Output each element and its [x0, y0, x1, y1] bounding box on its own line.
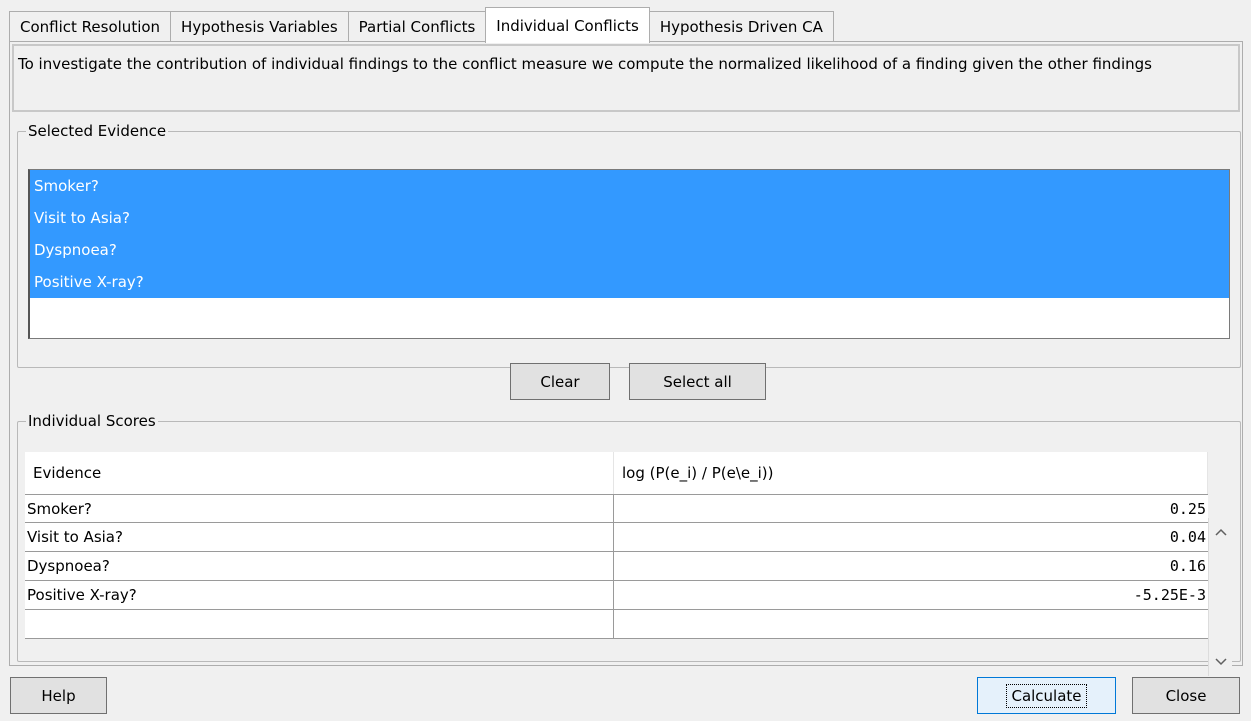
table-row[interactable]: Smoker? 0.25 [25, 494, 1208, 523]
score-cell: 0.25 [1169, 500, 1206, 518]
individual-scores-legend: Individual Scores [28, 412, 156, 430]
table-row[interactable] [25, 610, 1208, 639]
evidence-listbox[interactable]: Smoker? Visit to Asia? Dyspnoea? Positiv… [28, 169, 1230, 339]
column-header-score[interactable]: log (P(e_i) / P(e\e_i)) [614, 452, 1208, 494]
score-cell: 0.04 [1169, 528, 1206, 546]
score-cell: 0.16 [1169, 557, 1206, 575]
clear-button[interactable]: Clear [510, 363, 610, 400]
tab-hypothesis-driven-ca[interactable]: Hypothesis Driven CA [648, 11, 834, 42]
select-all-button[interactable]: Select all [629, 363, 766, 400]
evidence-cell: Visit to Asia? [25, 523, 614, 551]
evidence-list-item[interactable]: Positive X-ray? [30, 266, 1229, 298]
evidence-cell: Dyspnoea? [25, 552, 614, 580]
description-text: To investigate the contribution of indiv… [12, 44, 1240, 112]
close-button[interactable]: Close [1132, 677, 1240, 714]
score-cell: -5.25E-3 [1133, 586, 1206, 604]
tab-strip: Conflict Resolution Hypothesis Variables… [9, 6, 834, 43]
score-cell [614, 610, 1208, 638]
table-body: Smoker? 0.25 Visit to Asia? 0.04 Dyspnoe… [25, 494, 1208, 639]
tab-individual-conflicts[interactable]: Individual Conflicts [485, 7, 650, 43]
tab-panel: To investigate the contribution of indiv… [9, 41, 1243, 676]
chevron-down-icon[interactable] [1209, 650, 1233, 674]
tab-conflict-resolution[interactable]: Conflict Resolution [9, 11, 172, 42]
vertical-scrollbar[interactable] [1208, 518, 1232, 676]
table-row[interactable]: Positive X-ray? -5.25E-3 [25, 581, 1208, 610]
tab-partial-conflicts[interactable]: Partial Conflicts [347, 11, 487, 42]
scores-table: Evidence log (P(e_i) / P(e\e_i)) Smoker?… [25, 452, 1234, 680]
help-button[interactable]: Help [10, 677, 107, 714]
selected-evidence-legend: Selected Evidence [28, 122, 167, 140]
chevron-up-icon[interactable] [1209, 520, 1233, 544]
evidence-cell: Smoker? [25, 495, 614, 523]
table-row[interactable]: Dyspnoea? 0.16 [25, 552, 1208, 581]
table-header: Evidence log (P(e_i) / P(e\e_i)) [25, 452, 1208, 494]
selected-evidence-group: Selected Evidence Smoker? Visit to Asia?… [17, 122, 1241, 400]
evidence-list-item[interactable]: Smoker? [30, 170, 1229, 202]
evidence-cell [25, 610, 614, 638]
calculate-button[interactable]: Calculate [977, 677, 1116, 714]
evidence-list-item[interactable]: Visit to Asia? [30, 202, 1229, 234]
table-row[interactable]: Visit to Asia? 0.04 [25, 523, 1208, 552]
evidence-list-item[interactable]: Dyspnoea? [30, 234, 1229, 266]
calculate-button-label: Calculate [1006, 683, 1087, 708]
column-header-evidence[interactable]: Evidence [25, 452, 614, 494]
individual-scores-group: Individual Scores Evidence log (P(e_i) /… [17, 412, 1241, 676]
tab-hypothesis-variables[interactable]: Hypothesis Variables [170, 11, 349, 42]
evidence-cell: Positive X-ray? [25, 581, 614, 609]
